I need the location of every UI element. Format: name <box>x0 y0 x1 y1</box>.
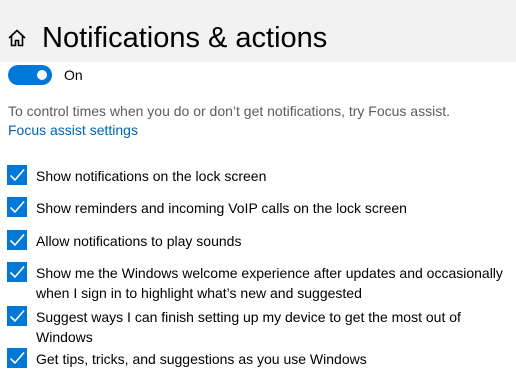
checkmark-icon <box>9 265 25 279</box>
checkmark-icon <box>9 309 25 323</box>
option-label: Show me the Windows welcome experience a… <box>36 265 503 301</box>
toggle-state-label: On <box>64 67 83 83</box>
checkbox[interactable] <box>7 230 27 250</box>
checkbox[interactable] <box>7 165 27 185</box>
checkmark-icon <box>9 351 25 365</box>
toggle-knob <box>37 70 47 80</box>
checkbox[interactable] <box>7 348 27 368</box>
checkmark-icon <box>9 200 25 214</box>
option-label: Get tips, tricks, and suggestions as you… <box>36 351 367 367</box>
option-label: Show notifications on the lock screen <box>36 168 267 184</box>
option-label: Allow notifications to play sounds <box>36 233 242 249</box>
focus-assist-description: To control times when you do or don’t ge… <box>8 103 450 119</box>
notifications-toggle[interactable] <box>8 65 52 85</box>
checkbox[interactable] <box>7 306 27 326</box>
checkbox[interactable] <box>7 262 27 282</box>
checkmark-icon <box>9 233 25 247</box>
option-label: Show reminders and incoming VoIP calls o… <box>36 200 407 216</box>
page-title: Notifications & actions <box>42 22 328 54</box>
checkbox[interactable] <box>7 197 27 217</box>
option-label: Suggest ways I can finish setting up my … <box>36 309 461 345</box>
checkmark-icon <box>9 168 25 182</box>
focus-assist-settings-link[interactable]: Focus assist settings <box>8 121 138 139</box>
page-header: Notifications & actions <box>0 0 516 62</box>
home-icon[interactable] <box>7 28 27 48</box>
